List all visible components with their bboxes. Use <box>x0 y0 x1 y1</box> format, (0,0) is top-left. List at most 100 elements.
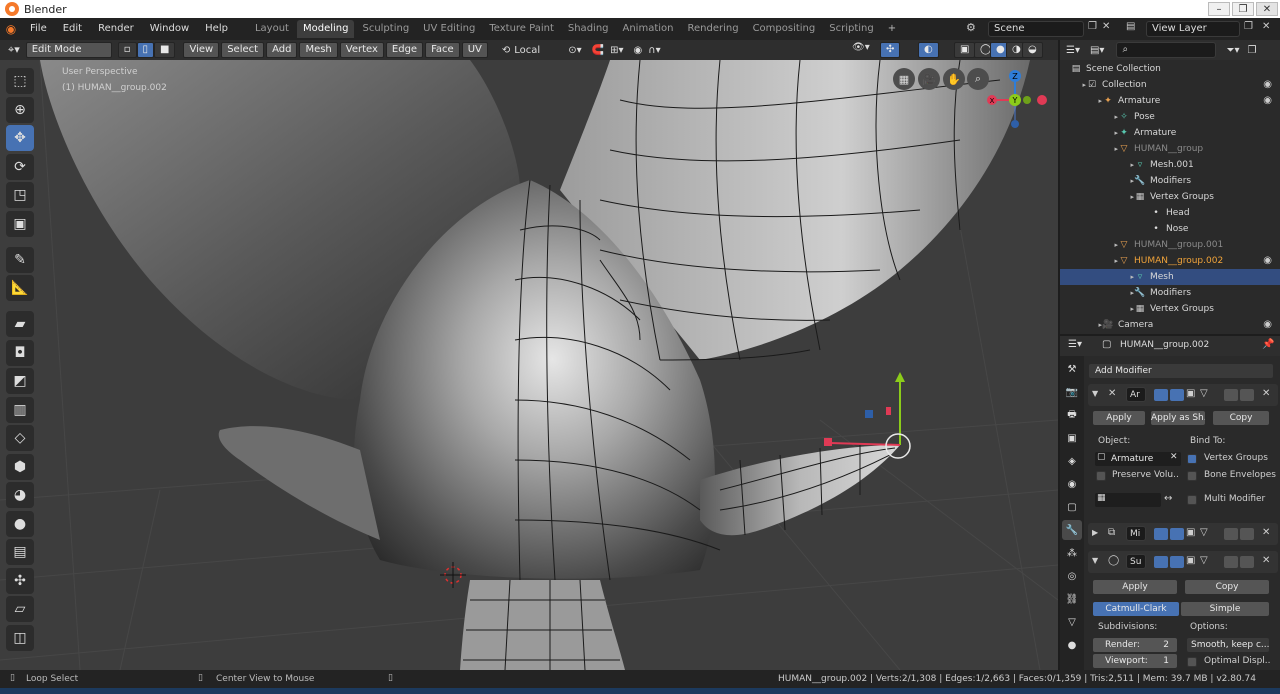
poly-build-tool-icon[interactable]: ⬢ <box>6 453 34 480</box>
mirror-remove-icon[interactable]: ✕ <box>1262 527 1270 538</box>
disclosure-triangle-icon[interactable]: ▸ <box>1060 189 1134 205</box>
tab-layout[interactable]: Layout <box>249 20 295 38</box>
loop-cut-tool-icon[interactable]: ▥ <box>6 396 34 423</box>
bone-envelopes-checkbox[interactable] <box>1187 471 1197 481</box>
disclosure-triangle-icon[interactable]: ▸ <box>1060 141 1118 157</box>
move-down-icon[interactable] <box>1240 389 1254 401</box>
menu-vertex[interactable]: Vertex <box>339 42 384 58</box>
display-mode-icon[interactable]: ▤▾ <box>1090 45 1104 56</box>
navigation-gizmo[interactable]: Z Y X <box>980 64 1050 134</box>
edge-slide-tool-icon[interactable]: ▤ <box>6 539 34 565</box>
menu-window[interactable]: Window <box>142 18 197 40</box>
new-collection-icon[interactable]: ❐ <box>1247 45 1256 56</box>
transform-gizmo[interactable] <box>824 372 911 459</box>
scale-tool-icon[interactable]: ◳ <box>6 182 34 208</box>
disclosure-triangle-icon[interactable]: ▸ <box>1060 77 1086 93</box>
copy-button[interactable]: Copy <box>1212 410 1270 426</box>
vertex-groups-checkbox[interactable] <box>1187 454 1197 464</box>
outliner-row[interactable]: ▸ 🔧 Modifiers <box>1060 173 1280 189</box>
transform-orientation-dropdown[interactable]: Local <box>514 45 564 56</box>
expand-armature-icon[interactable]: ▼ <box>1092 389 1098 398</box>
smooth-option-dropdown[interactable]: Smooth, keep c... <box>1186 637 1270 653</box>
show-viewport-icon[interactable] <box>1170 389 1184 401</box>
outliner-search-input[interactable]: ⌕ <box>1116 42 1217 58</box>
render-tab-icon[interactable]: 📷 <box>1062 382 1082 402</box>
particles-tab-icon[interactable]: ⁂ <box>1062 543 1082 563</box>
outliner-row[interactable]: ▸ ▿ Mesh.001 <box>1060 157 1280 173</box>
tab-texture-paint[interactable]: Texture Paint <box>483 20 560 38</box>
snap-icon[interactable]: 🧲 <box>592 45 604 56</box>
simple-button[interactable]: Simple <box>1180 601 1270 617</box>
vertex-select-mode-icon[interactable]: ▫ <box>117 42 137 58</box>
scene-field[interactable]: Scene <box>988 21 1084 37</box>
tab-shading[interactable]: Shading <box>562 20 615 38</box>
outliner-row[interactable]: ▸ ✦ Armature <box>1060 125 1280 141</box>
disclosure-triangle-icon[interactable]: ▸ <box>1060 157 1134 173</box>
disclosure-triangle-icon[interactable]: ▸ <box>1060 285 1134 301</box>
toggle-grid-icon[interactable]: ▦ <box>893 68 915 90</box>
optimal-display-checkbox[interactable] <box>1187 657 1197 667</box>
subsurf-edit-cage-icon[interactable] <box>1154 556 1168 568</box>
armature-modifier-name[interactable]: Ar <box>1126 387 1146 402</box>
view-layer-icon[interactable]: ▤ <box>1126 21 1135 32</box>
constraints-tab-icon[interactable]: ⛓ <box>1062 589 1082 609</box>
outliner-row[interactable]: ▸ ☑ Collection ◉ <box>1060 77 1280 93</box>
snap-target-icon[interactable]: ⊞▾ <box>610 45 623 56</box>
data-tab-icon[interactable]: ▽ <box>1062 612 1082 632</box>
viewport-3d[interactable]: User Perspective (1) HUMAN__group.002 ▦ … <box>0 60 1058 670</box>
disclosure-triangle-icon[interactable]: ▸ <box>1060 125 1118 141</box>
menu-edge[interactable]: Edge <box>385 42 424 58</box>
close-window-button[interactable]: ✕ <box>1256 2 1278 16</box>
object-tab-icon[interactable]: ▢ <box>1062 497 1082 517</box>
menu-face[interactable]: Face <box>425 42 460 58</box>
menu-edit[interactable]: Edit <box>55 18 90 40</box>
mirror-move-up-icon[interactable] <box>1224 528 1238 540</box>
pin-icon[interactable]: 📌 <box>1262 339 1274 350</box>
output-tab-icon[interactable]: 🖶 <box>1062 405 1082 425</box>
disclosure-triangle-icon[interactable]: ▸ <box>1060 109 1118 125</box>
proportional-edit-icon[interactable]: ◉ <box>634 45 643 56</box>
knife-tool-icon[interactable]: ◇ <box>6 425 34 451</box>
outliner-row[interactable]: ▸ 🔧 Modifiers <box>1060 285 1280 301</box>
visibility-eye-icon[interactable]: ◉ <box>1263 317 1272 333</box>
editor-type-icon[interactable]: ⌖▾ <box>8 43 20 57</box>
xray-toggle-icon[interactable]: ▣ <box>954 42 976 58</box>
rotate-tool-icon[interactable]: ⟳ <box>6 153 34 180</box>
mirror-show-render-icon[interactable]: ▽ <box>1200 527 1208 538</box>
mirror-move-down-icon[interactable] <box>1240 528 1254 540</box>
blender-menu-icon[interactable]: ◉ <box>0 22 22 36</box>
clear-object-icon[interactable]: ✕ <box>1170 452 1178 462</box>
apply-button[interactable]: Apply <box>1092 410 1146 426</box>
outliner-editor-icon[interactable]: ☰▾ <box>1066 45 1080 56</box>
disclosure-triangle-icon[interactable]: ▸ <box>1060 93 1102 109</box>
tab-sculpting[interactable]: Sculpting <box>356 20 415 38</box>
maximize-button[interactable]: ❐ <box>1232 2 1254 16</box>
tab-compositing[interactable]: Compositing <box>747 20 822 38</box>
select-box-tool-icon[interactable]: ⬚ <box>6 68 34 94</box>
overlay-toggle-icon[interactable]: ◐ <box>918 42 939 58</box>
subsurf-apply-button[interactable]: Apply <box>1092 579 1178 595</box>
scene-tab-icon[interactable]: ◈ <box>1062 451 1082 471</box>
outliner-row[interactable]: ▸ ▿ Mesh <box>1060 269 1280 285</box>
preserve-volume-checkbox[interactable] <box>1096 471 1106 481</box>
menu-select[interactable]: Select <box>221 42 265 58</box>
tab-rendering[interactable]: Rendering <box>681 20 744 38</box>
pivot-icon[interactable]: ⊙▾ <box>568 45 581 56</box>
visibility-eye-icon[interactable]: ◉ <box>1263 93 1272 109</box>
disclosure-triangle-icon[interactable]: ▸ <box>1060 237 1118 253</box>
menu-add[interactable]: Add <box>266 42 298 58</box>
cursor-tool-icon[interactable]: ⊕ <box>6 96 34 123</box>
view-layer-field[interactable]: View Layer <box>1146 21 1240 37</box>
smooth-tool-icon[interactable]: ● <box>6 510 34 537</box>
show-editmode-icon[interactable]: ▣ <box>1186 388 1195 399</box>
menu-view[interactable]: View <box>183 42 220 58</box>
properties-editor-icon[interactable]: ☰▾ <box>1068 339 1082 350</box>
visibility-eye-icon[interactable]: ◉ <box>1263 77 1272 93</box>
subsurf-show-viewport-icon[interactable] <box>1170 556 1184 568</box>
camera-view-icon[interactable]: 🎥 <box>918 68 940 90</box>
filter-icon[interactable]: ⏷▾ <box>1226 45 1239 56</box>
disclosure-triangle-icon[interactable]: ▸ <box>1060 317 1102 333</box>
material-tab-icon[interactable]: ● <box>1062 635 1082 655</box>
catmull-clark-button[interactable]: Catmull-Clark <box>1092 601 1180 617</box>
outliner-row[interactable]: ▸ ✧ Pose <box>1060 109 1280 125</box>
